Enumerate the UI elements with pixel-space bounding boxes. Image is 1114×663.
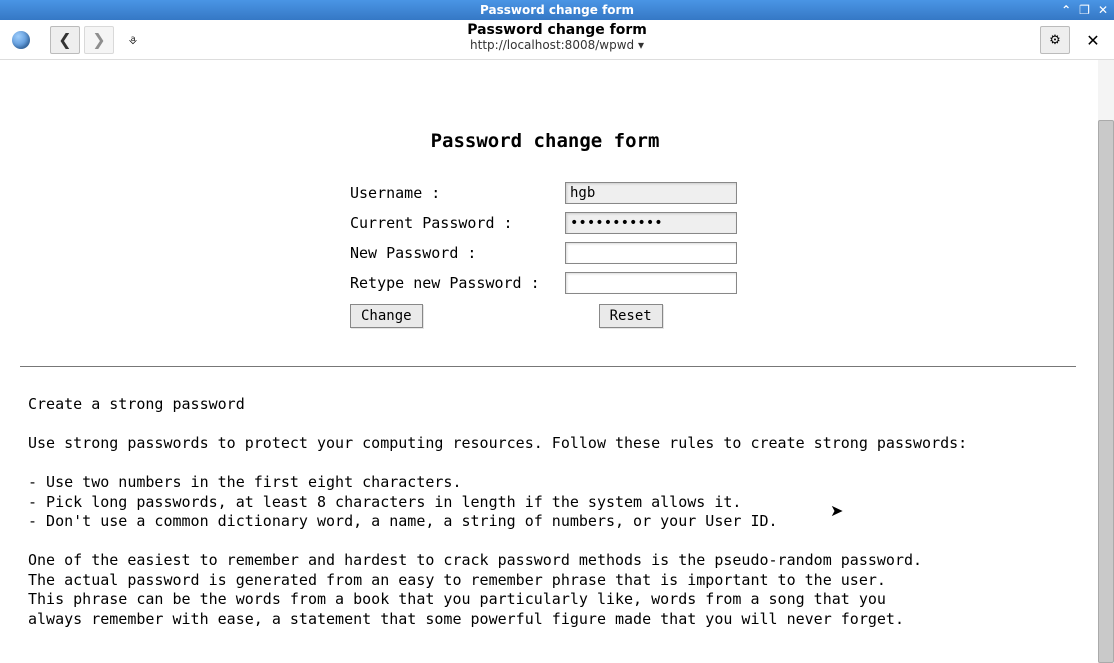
close-icon: ✕ — [1086, 31, 1099, 50]
input-new-password[interactable] — [565, 242, 737, 264]
row-new-password: New Password : — [350, 242, 950, 264]
help-rule: - Pick long passwords, at least 8 charac… — [28, 493, 741, 511]
browser-toolbar: ❮ ❯ ⎀ Password change form http://localh… — [0, 20, 1114, 60]
gear-icon: ⚙ — [1049, 33, 1061, 48]
label-current-password: Current Password : — [350, 214, 565, 232]
row-username: Username : — [350, 182, 950, 204]
window-title: Password change form — [480, 3, 634, 17]
bookmark-icon: ⎀ — [129, 32, 137, 48]
input-retype-password[interactable] — [565, 272, 737, 294]
help-rule: - Don't use a common dictionary word, a … — [28, 512, 778, 530]
input-username[interactable] — [565, 182, 737, 204]
forward-button: ❯ — [84, 26, 114, 54]
window-close-icon[interactable]: ✕ — [1098, 4, 1108, 16]
form-title: Password change form — [350, 130, 740, 152]
back-button[interactable]: ❮ — [50, 26, 80, 54]
separator — [20, 366, 1076, 367]
settings-button[interactable]: ⚙ — [1040, 26, 1070, 54]
window-restore-icon[interactable]: ❐ — [1079, 4, 1090, 16]
page-url[interactable]: http://localhost:8008/wpwd ▾ — [0, 38, 1114, 52]
scrollbar[interactable] — [1098, 60, 1114, 663]
row-retype-password: Retype new Password : — [350, 272, 950, 294]
help-heading: Create a strong password — [28, 395, 245, 413]
home-button[interactable] — [6, 26, 36, 54]
row-current-password: Current Password : — [350, 212, 950, 234]
window-minimize-icon[interactable]: ⌃ — [1061, 4, 1071, 16]
scroll-thumb[interactable] — [1098, 120, 1114, 663]
help-paragraph: One of the easiest to remember and harde… — [28, 551, 922, 628]
password-change-form: Password change form Username : Current … — [180, 130, 950, 328]
page-title: Password change form — [0, 22, 1114, 38]
change-button[interactable]: Change — [350, 304, 423, 328]
help-rule: - Use two numbers in the first eight cha… — [28, 473, 461, 491]
chevron-left-icon: ❮ — [58, 30, 71, 49]
help-text: Create a strong password Use strong pass… — [28, 395, 1074, 629]
label-new-password: New Password : — [350, 244, 565, 262]
tab-close-button[interactable]: ✕ — [1078, 26, 1108, 54]
help-intro: Use strong passwords to protect your com… — [28, 434, 967, 452]
window-titlebar: Password change form ⌃ ❐ ✕ — [0, 0, 1114, 20]
address-area: Password change form http://localhost:80… — [0, 22, 1114, 52]
globe-icon — [12, 31, 30, 49]
input-current-password[interactable] — [565, 212, 737, 234]
reset-button[interactable]: Reset — [599, 304, 663, 328]
bookmark-button[interactable]: ⎀ — [118, 26, 148, 54]
label-username: Username : — [350, 184, 565, 202]
chevron-right-icon: ❯ — [92, 30, 105, 49]
label-retype-password: Retype new Password : — [350, 274, 565, 292]
